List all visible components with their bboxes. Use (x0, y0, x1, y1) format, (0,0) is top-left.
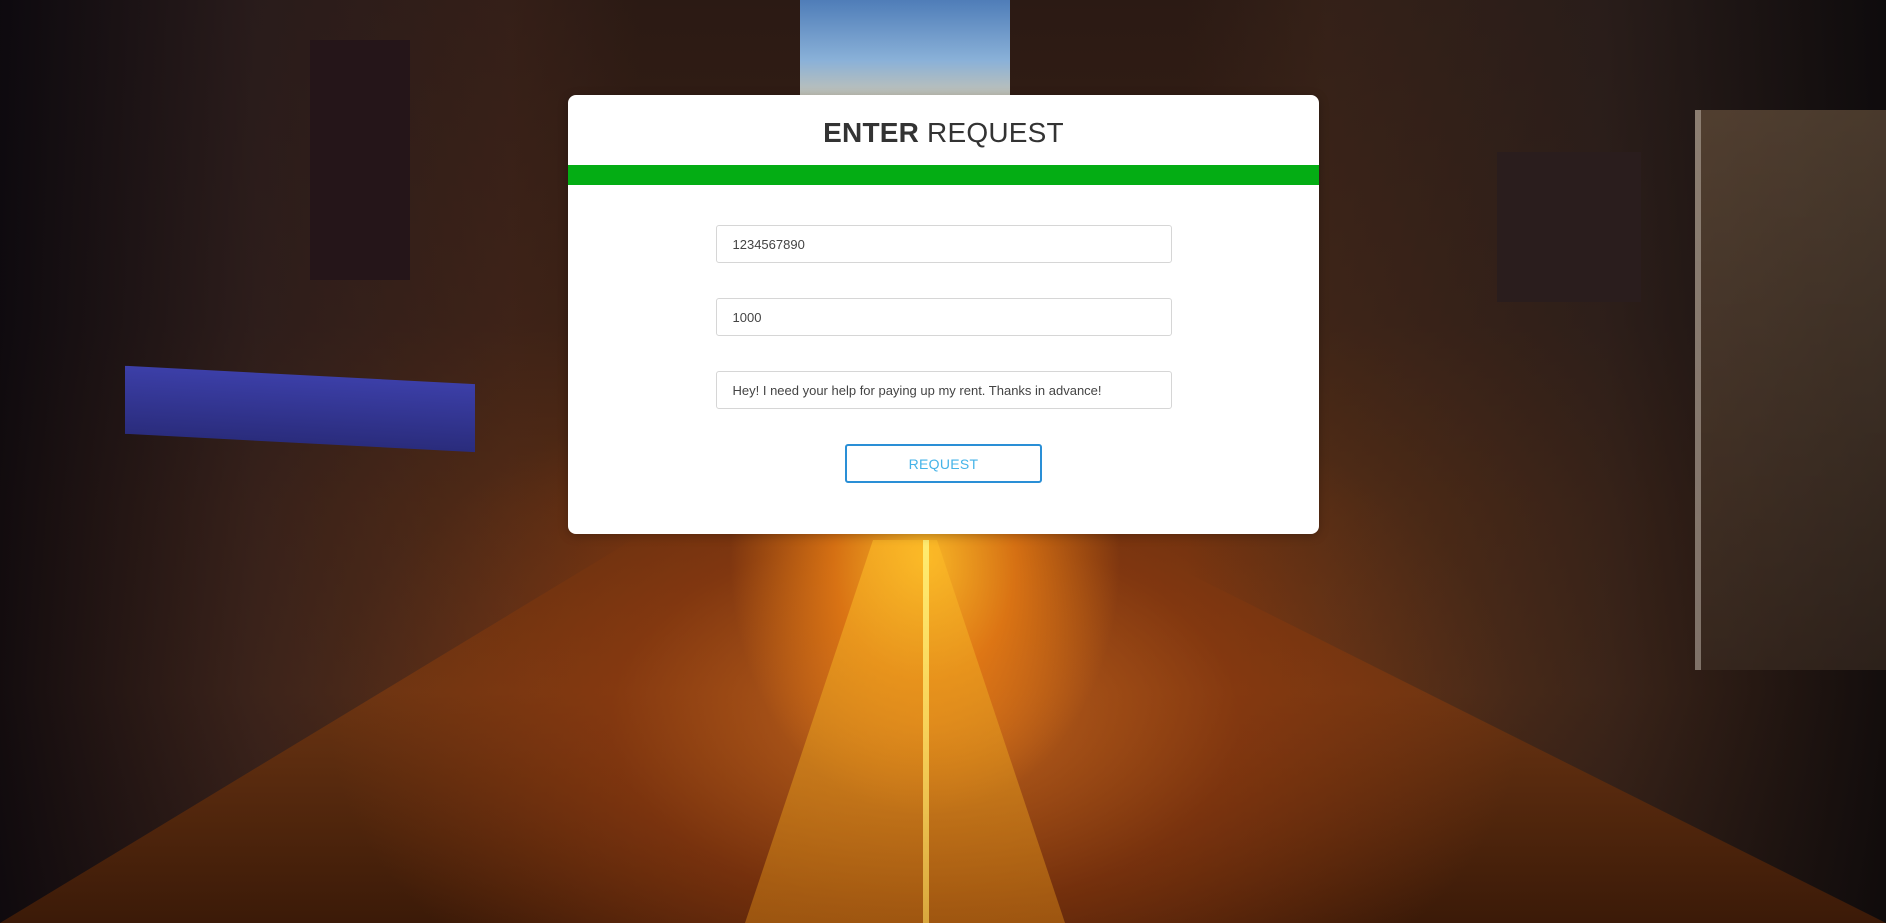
request-button[interactable]: REQUEST (845, 444, 1042, 483)
form-title-rest: REQUEST (919, 117, 1064, 148)
page: ENTER REQUEST REQUEST (0, 0, 1886, 923)
background-shop-window-right (1695, 110, 1886, 670)
background-sky (800, 0, 1010, 110)
submit-row: REQUEST (568, 444, 1319, 483)
message-input[interactable] (715, 371, 1172, 409)
form-title: ENTER REQUEST (823, 111, 1064, 149)
account-number-input[interactable] (715, 225, 1172, 263)
request-form: REQUEST (568, 185, 1319, 483)
header-accent-bar (568, 165, 1319, 185)
background-road-line (923, 540, 929, 923)
form-header: ENTER REQUEST (568, 95, 1319, 165)
background-shop-sign-left (310, 40, 410, 280)
request-form-card: ENTER REQUEST REQUEST (568, 95, 1319, 534)
form-title-bold: ENTER (823, 117, 920, 148)
background-shop-sign-right (1497, 152, 1641, 302)
amount-input[interactable] (715, 298, 1172, 336)
